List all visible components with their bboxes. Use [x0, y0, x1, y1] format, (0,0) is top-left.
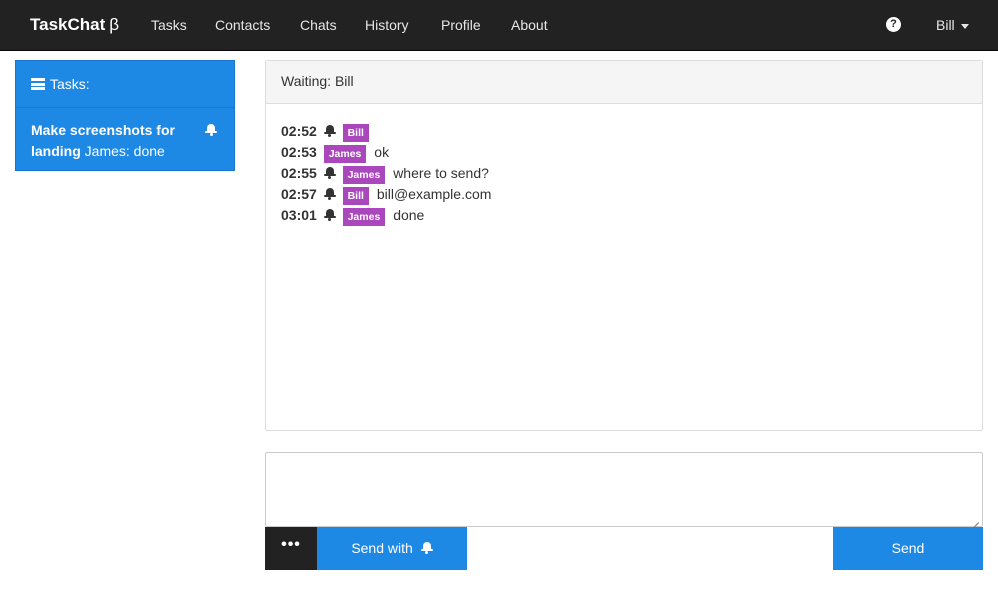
- message-text: where to send?: [393, 165, 489, 181]
- brand-beta: β: [109, 15, 120, 34]
- author-badge: James: [323, 145, 367, 163]
- tasks-list-icon: [31, 78, 45, 90]
- message-text: bill@example.com: [376, 186, 492, 202]
- bell-icon: [323, 166, 336, 179]
- message-row: 02:55 James where to send?: [281, 163, 967, 184]
- sidebar: Tasks: Make screenshots for landing Jame…: [15, 60, 235, 171]
- message-time: 03:01: [281, 207, 317, 223]
- bell-icon: [323, 208, 336, 221]
- author-badge: James: [342, 166, 386, 184]
- tasks-header-label: Tasks:: [50, 76, 90, 92]
- message-time: 02:55: [281, 165, 317, 181]
- brand-name: TaskChat: [30, 15, 106, 34]
- message-text: ok: [374, 144, 390, 160]
- resize-handle-icon[interactable]: [969, 514, 980, 532]
- brand-logo[interactable]: TaskChat β: [30, 15, 119, 35]
- message-text: done: [393, 207, 425, 223]
- bell-icon: [323, 124, 336, 137]
- tasks-header[interactable]: Tasks:: [15, 60, 235, 108]
- message-row: 02:53 James ok: [281, 142, 967, 163]
- nav-about[interactable]: About: [511, 17, 548, 33]
- author-badge: Bill: [342, 124, 369, 142]
- message-row: 02:52 Bill: [281, 121, 967, 142]
- message-row: 03:01 James done: [281, 205, 967, 226]
- navbar: TaskChat β Tasks Contacts Chats History P…: [0, 0, 998, 51]
- nav-contacts[interactable]: Contacts: [215, 17, 270, 33]
- message-row: 02:57 Bill bill@example.com: [281, 184, 967, 205]
- caret-down-icon: [960, 23, 969, 29]
- nav-tasks[interactable]: Tasks: [151, 17, 187, 33]
- send-button[interactable]: Send: [833, 527, 983, 570]
- chat-messages: 02:52 Bill 02:53 James ok 02:55 James wh…: [266, 104, 982, 243]
- user-name: Bill: [936, 17, 955, 33]
- nav-chats[interactable]: Chats: [300, 17, 337, 33]
- send-with-notification-button[interactable]: Send with: [317, 527, 467, 570]
- question-circle-icon[interactable]: ?: [886, 17, 901, 32]
- bell-icon: [205, 120, 217, 141]
- chat-heading: Waiting: Bill: [266, 61, 982, 104]
- task-item[interactable]: Make screenshots for landing James: done: [15, 108, 235, 171]
- message-input[interactable]: [265, 452, 983, 527]
- bell-icon: [323, 187, 336, 200]
- send-with-label: Send with: [351, 540, 413, 556]
- message-time: 02:57: [281, 186, 317, 202]
- user-menu[interactable]: Bill: [936, 17, 969, 33]
- more-options-button[interactable]: •••: [265, 527, 317, 570]
- nav-history[interactable]: History: [365, 17, 409, 33]
- bell-icon: [420, 541, 433, 554]
- chat-panel: Waiting: Bill 02:52 Bill 02:53 James ok …: [265, 60, 983, 431]
- author-badge: James: [342, 208, 386, 226]
- message-time: 02:53: [281, 144, 317, 160]
- message-time: 02:52: [281, 123, 317, 139]
- author-badge: Bill: [342, 187, 369, 205]
- task-status: James: done: [84, 143, 165, 159]
- nav-profile[interactable]: Profile: [441, 17, 481, 33]
